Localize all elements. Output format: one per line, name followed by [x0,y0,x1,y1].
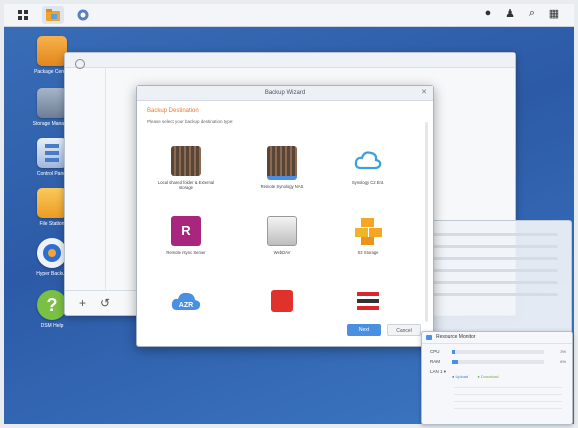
wizard-scrollbar[interactable] [425,122,428,322]
package-icon [37,36,67,66]
destination-webdav[interactable]: WebDAV [247,216,317,255]
destination-label: Local shared folder & External storage [157,180,215,190]
ram-row: RAM 6% [430,359,566,365]
cancel-button[interactable]: Cancel [387,324,421,336]
destination-red-cloud[interactable] [247,286,317,312]
destination-s3[interactable]: S3 Storage [333,216,403,255]
wizard-title[interactable]: Backup Wizard [137,86,433,101]
network-chart [454,387,562,417]
file-station-icon[interactable] [42,6,64,24]
lan-label[interactable]: LAN 1 ▾ [430,369,446,374]
destination-stripes[interactable] [333,286,403,316]
webdav-icon [267,216,297,246]
wizard-subtitle: Please select your backup destination ty… [147,119,234,124]
destination-azure[interactable]: AZR [151,286,221,316]
azure-badge: AZR [179,302,193,309]
window-divider [105,67,106,291]
stripes-icon [353,286,383,316]
widgets-icon[interactable]: ▦ [548,7,560,20]
cpu-label: CPU [430,349,440,354]
taskbar: ● ♟ ⌕ ▦ [4,4,574,27]
restore-icon[interactable]: ↺ [100,296,110,310]
wizard-heading: Backup Destination [147,108,199,114]
destination-label: Remote rsync Server [166,250,206,255]
cpu-bar [452,350,544,354]
notification-icon[interactable]: ● [482,7,494,20]
destination-label: S3 Storage [357,250,379,255]
destination-label: WebDAV [273,250,291,255]
close-icon[interactable]: ✕ [421,88,427,96]
desktop-icon-label: DSM Help [40,323,64,329]
resource-monitor-widget: Resource Monitor CPU 3% RAM 6% LAN 1 ▾ ●… [421,331,573,425]
control-panel-icon[interactable] [72,6,94,24]
status-circle-icon [75,59,85,69]
destination-local-folder[interactable]: Local shared folder & External storage [151,146,221,190]
taskbar-right-icons: ● ♟ ⌕ ▦ [482,7,560,20]
destination-label: Remote Synology NAS [260,184,304,189]
destination-rsync[interactable]: R Remote rsync Server [151,216,221,255]
remote-nas-icon [267,146,297,180]
s3-icon [353,216,383,246]
side-panel [420,220,572,342]
folder-icon [37,188,67,218]
ram-bar [452,360,544,364]
side-panel-content [433,233,558,305]
add-icon[interactable]: + [79,296,86,310]
destination-label: Synology C2 Ent. [351,180,385,185]
storage-icon [37,88,67,118]
network-legend: ● Upload ● Download [452,374,507,379]
next-button[interactable]: Next [347,324,381,336]
ram-fill [452,360,458,364]
azure-icon: AZR [171,286,201,316]
cpu-percent: 3% [560,349,566,354]
c2-cloud-icon [353,146,383,176]
control-panel-icon [37,138,67,168]
cpu-row: CPU 3% [430,349,566,355]
destination-remote-nas[interactable]: Remote Synology NAS [247,146,317,189]
backup-wizard-dialog: Backup Wizard ✕ Backup Destination Pleas… [136,85,434,347]
ram-label: RAM [430,359,440,364]
upload-legend: ● Upload [452,374,469,379]
resource-monitor-title[interactable]: Resource Monitor [422,332,572,344]
local-folder-icon [171,146,201,176]
download-legend: ● Download [477,374,499,379]
red-cloud-icon [271,290,293,312]
help-icon: ? [37,290,67,320]
grid-icon[interactable] [12,6,34,24]
backup-icon [37,238,67,268]
rsync-icon: R [171,216,201,246]
destination-c2[interactable]: Synology C2 Ent. [333,146,403,185]
search-icon[interactable]: ⌕ [526,7,538,20]
cpu-fill [452,350,455,354]
window-titlebar[interactable] [65,53,515,68]
ram-percent: 6% [560,359,566,364]
user-icon[interactable]: ♟ [504,7,516,20]
